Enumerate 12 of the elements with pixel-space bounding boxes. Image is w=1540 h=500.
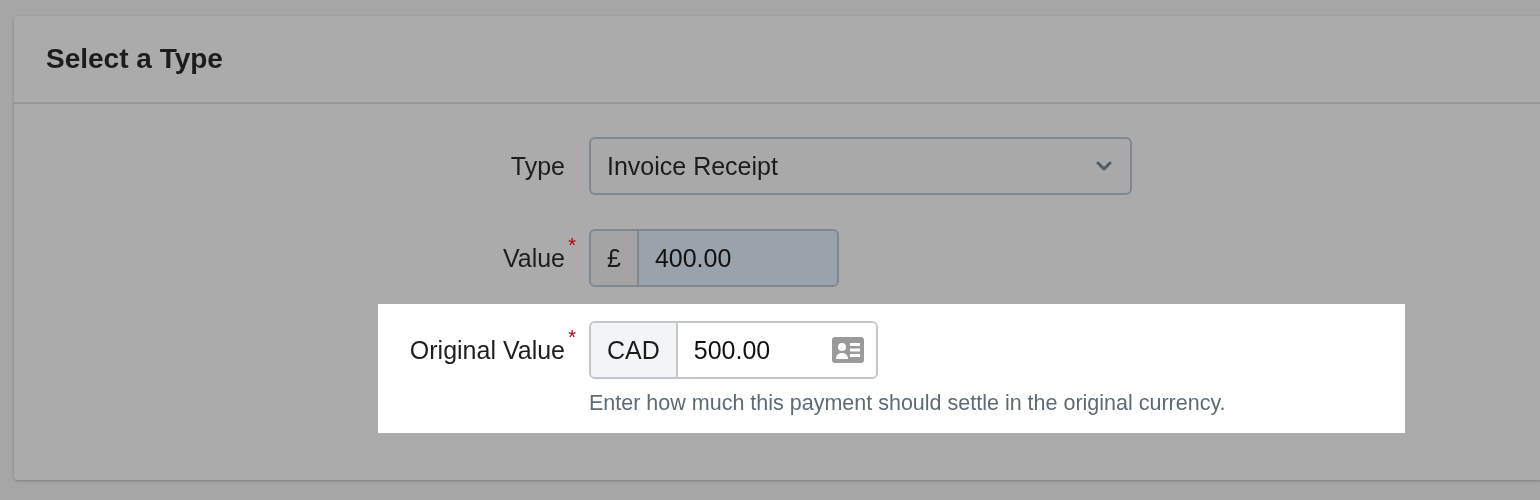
contact-card-icon[interactable] xyxy=(831,337,864,363)
amount-input-group[interactable]: £ 400.00 xyxy=(589,229,839,287)
help-text: Enter how much this payment should settle in the original currency. xyxy=(589,391,1226,416)
amount-input[interactable]: 400.00 xyxy=(638,231,837,285)
currency-addon: £ xyxy=(591,231,639,285)
panel-title: Select a Type xyxy=(46,43,223,75)
required-mark: * xyxy=(568,233,576,257)
amount-input-group[interactable]: CAD 500.00 xyxy=(589,321,878,379)
required-mark: * xyxy=(568,325,576,349)
type-select[interactable]: Invoice Receipt xyxy=(589,137,1132,195)
field-label: Type xyxy=(510,151,565,181)
currency-addon: CAD xyxy=(591,323,678,377)
